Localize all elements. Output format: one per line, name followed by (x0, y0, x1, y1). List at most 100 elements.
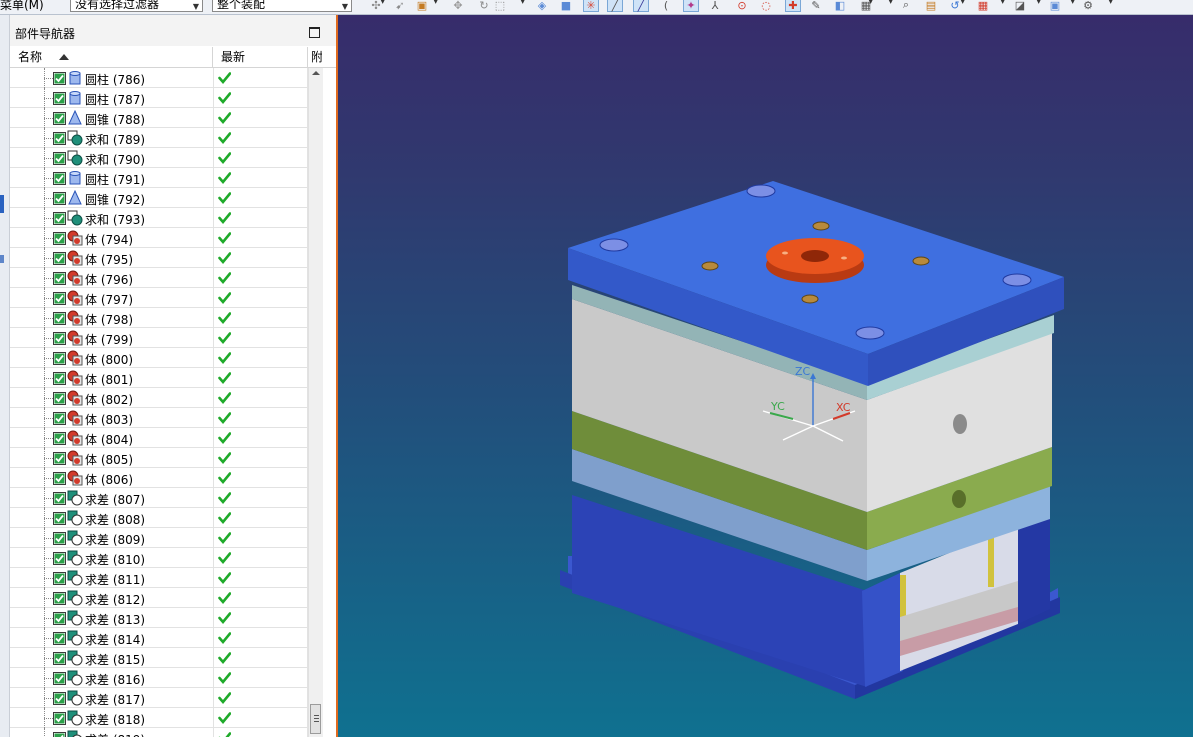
visibility-checkbox[interactable] (53, 392, 66, 405)
tree-row[interactable]: 求差 (807) (10, 488, 308, 508)
tree-row[interactable]: 体 (801) (10, 368, 308, 388)
chevron-down-icon[interactable]: ▼ (520, 0, 525, 5)
visibility-checkbox[interactable] (53, 532, 66, 545)
visibility-checkbox[interactable] (53, 272, 66, 285)
box-icon[interactable]: ▣ (1047, 0, 1063, 12)
tree-row[interactable]: 求差 (818) (10, 708, 308, 728)
tree-row[interactable]: 体 (794) (10, 228, 308, 248)
tree-row[interactable]: 求和 (790) (10, 148, 308, 168)
visibility-checkbox[interactable] (53, 72, 66, 85)
view-icon[interactable]: ◪ (1012, 0, 1028, 12)
circle-icon[interactable]: ◌ (758, 0, 774, 12)
spline-icon[interactable]: ✦ (683, 0, 699, 12)
visibility-checkbox[interactable] (53, 132, 66, 145)
tree-row[interactable]: 求差 (810) (10, 548, 308, 568)
cube-icon[interactable]: ◈ (534, 0, 550, 12)
column-header-latest[interactable]: 最新 (213, 47, 308, 67)
visibility-checkbox[interactable] (53, 512, 66, 525)
visibility-checkbox[interactable] (53, 472, 66, 485)
visibility-checkbox[interactable] (53, 612, 66, 625)
tree-row[interactable]: 求和 (793) (10, 208, 308, 228)
visibility-checkbox[interactable] (53, 352, 66, 365)
filter-icon[interactable]: ⚙ (1080, 0, 1096, 12)
layer-icon[interactable]: ▤ (923, 0, 939, 12)
move-icon[interactable]: ✥ (450, 0, 466, 12)
tree-row[interactable]: 体 (799) (10, 328, 308, 348)
graphics-viewport[interactable]: ZC YC XC (338, 15, 1193, 737)
pointer-icon[interactable]: ➹ (392, 0, 408, 12)
visibility-checkbox[interactable] (53, 212, 66, 225)
visibility-checkbox[interactable] (53, 192, 66, 205)
resource-tab-active[interactable] (0, 195, 4, 213)
tree-row[interactable]: 圆锥 (792) (10, 188, 308, 208)
tree-row[interactable]: 体 (803) (10, 408, 308, 428)
select-box-icon[interactable]: ▣ (414, 0, 430, 12)
visibility-checkbox[interactable] (53, 312, 66, 325)
tree-row[interactable]: 体 (795) (10, 248, 308, 268)
tree-row[interactable]: 体 (800) (10, 348, 308, 368)
tree-row[interactable]: 求差 (815) (10, 648, 308, 668)
visibility-checkbox[interactable] (53, 592, 66, 605)
tree-row[interactable]: 求差 (812) (10, 588, 308, 608)
tree-row[interactable]: 体 (804) (10, 428, 308, 448)
tree-row[interactable]: 求和 (789) (10, 128, 308, 148)
visibility-checkbox[interactable] (53, 452, 66, 465)
cross-icon[interactable]: ✚ (785, 0, 801, 12)
visibility-checkbox[interactable] (53, 232, 66, 245)
visibility-checkbox[interactable] (53, 152, 66, 165)
arc-icon[interactable]: ( (658, 0, 674, 12)
chevron-down-icon[interactable]: ▼ (1070, 0, 1075, 5)
tree-row[interactable]: 求差 (814) (10, 628, 308, 648)
resource-tab[interactable] (0, 255, 4, 263)
tree-row[interactable]: 圆柱 (786) (10, 68, 308, 88)
tree-row[interactable]: 体 (797) (10, 288, 308, 308)
chevron-down-icon[interactable]: ▼ (1036, 0, 1041, 5)
tree-row[interactable]: 体 (806) (10, 468, 308, 488)
shade-icon[interactable]: ◧ (832, 0, 848, 12)
visibility-checkbox[interactable] (53, 412, 66, 425)
visibility-checkbox[interactable] (53, 172, 66, 185)
tree-row[interactable]: 求差 (809) (10, 528, 308, 548)
column-header-attach[interactable]: 附 (308, 47, 322, 67)
line-icon[interactable]: ╱ (607, 0, 623, 12)
tree-row[interactable]: 体 (802) (10, 388, 308, 408)
visibility-checkbox[interactable] (53, 692, 66, 705)
tree-row[interactable]: 求差 (819) (10, 728, 308, 737)
visibility-checkbox[interactable] (53, 632, 66, 645)
solid-icon[interactable]: ■ (558, 0, 574, 12)
circle-point-icon[interactable]: ⊙ (734, 0, 750, 12)
visibility-checkbox[interactable] (53, 112, 66, 125)
chevron-down-icon[interactable]: ▼ (868, 0, 873, 5)
curve-icon[interactable]: ╱ (633, 0, 649, 12)
lasso-icon[interactable]: ⬚ (492, 0, 508, 12)
tree-row[interactable]: 体 (798) (10, 308, 308, 328)
rotate-icon[interactable]: ↻ (476, 0, 492, 12)
assembly-scope-dropdown[interactable]: 整个装配 ▼ (212, 0, 352, 12)
tree-row[interactable]: 圆锥 (788) (10, 108, 308, 128)
tree-row[interactable]: 求差 (813) (10, 608, 308, 628)
fit-icon[interactable]: ✳ (583, 0, 599, 12)
tree-row[interactable]: 求差 (816) (10, 668, 308, 688)
visibility-checkbox[interactable] (53, 732, 66, 737)
visibility-checkbox[interactable] (53, 432, 66, 445)
visibility-checkbox[interactable] (53, 292, 66, 305)
visibility-checkbox[interactable] (53, 652, 66, 665)
navigator-scrollbar[interactable] (308, 68, 323, 737)
visibility-checkbox[interactable] (53, 372, 66, 385)
visibility-checkbox[interactable] (53, 712, 66, 725)
tree-row[interactable]: 求差 (817) (10, 688, 308, 708)
column-header-name[interactable]: 名称 (10, 47, 213, 67)
visibility-checkbox[interactable] (53, 572, 66, 585)
visibility-checkbox[interactable] (53, 672, 66, 685)
menu-button[interactable]: 菜单(M) (0, 0, 44, 13)
zoom-icon[interactable]: ⌕ (898, 0, 914, 12)
pencil-icon[interactable]: ✎ (808, 0, 824, 12)
grid-icon[interactable]: ▦ (975, 0, 991, 12)
selection-filter-dropdown[interactable]: 没有选择过滤器 ▼ (70, 0, 203, 12)
tree-row[interactable]: 求差 (811) (10, 568, 308, 588)
tree-row[interactable]: 求差 (808) (10, 508, 308, 528)
chevron-down-icon[interactable]: ▼ (1108, 0, 1113, 5)
restore-window-icon[interactable] (309, 27, 320, 38)
tree-row[interactable]: 圆柱 (791) (10, 168, 308, 188)
visibility-checkbox[interactable] (53, 492, 66, 505)
